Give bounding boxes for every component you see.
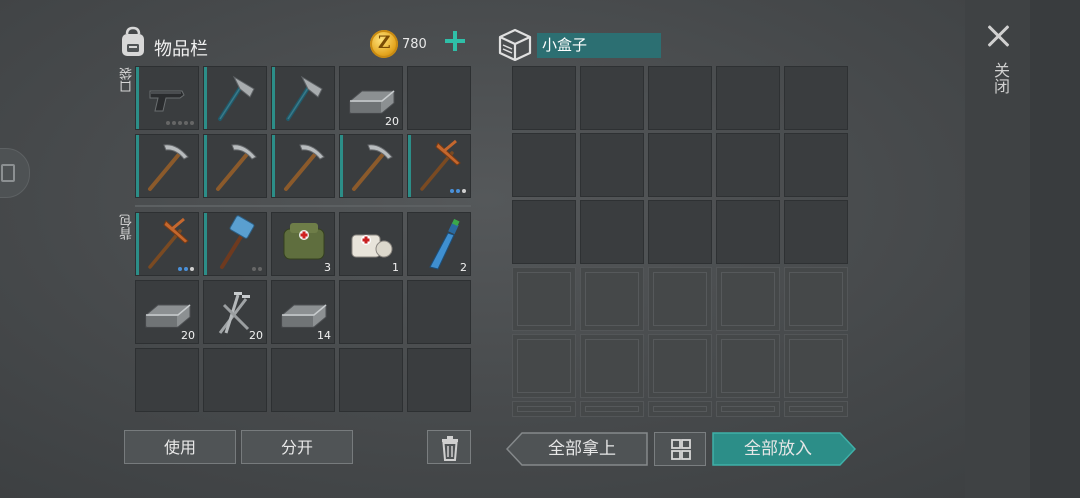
pocket-slot[interactable]: [135, 66, 199, 130]
container-slot-locked[interactable]: [716, 401, 780, 417]
pocket-slot[interactable]: [203, 134, 267, 198]
container-slot-locked[interactable]: [716, 334, 780, 398]
pocket-slot[interactable]: [271, 66, 335, 130]
menu-glyph-icon: [1, 164, 15, 182]
put-all-label: 全部放入: [744, 439, 812, 459]
discard-button[interactable]: [427, 430, 471, 464]
backpack-slot[interactable]: [407, 348, 471, 412]
backpack-slot[interactable]: [339, 348, 403, 412]
container-slot-locked[interactable]: [648, 334, 712, 398]
container-slot-locked[interactable]: [512, 334, 576, 398]
backpack-slot[interactable]: [203, 212, 267, 276]
container-slot-locked[interactable]: [648, 267, 712, 331]
container-name-field[interactable]: 小盒子: [537, 33, 661, 58]
pocket-slot[interactable]: [407, 134, 471, 198]
container-slot[interactable]: [512, 200, 576, 264]
sort-button[interactable]: [654, 432, 706, 466]
add-coins-button[interactable]: [443, 29, 467, 53]
backpack-slot[interactable]: 14: [271, 280, 335, 344]
put-all-button[interactable]: 全部放入: [712, 432, 856, 466]
coin-icon: Z: [370, 30, 398, 58]
container-slot[interactable]: [716, 133, 780, 197]
item-count: 14: [317, 329, 331, 342]
item-count: 20: [249, 329, 263, 342]
close-label[interactable]: 关闭: [987, 62, 1010, 94]
pocket-slot[interactable]: [271, 134, 335, 198]
container-slot-locked[interactable]: [512, 267, 576, 331]
item-count: 20: [181, 329, 195, 342]
pocket-slot[interactable]: [339, 134, 403, 198]
quality-dots: [450, 189, 466, 193]
inventory-title: 物品栏: [154, 39, 208, 60]
container-slot[interactable]: [580, 66, 644, 130]
take-all-label: 全部拿上: [548, 439, 616, 459]
container-slot[interactable]: [580, 200, 644, 264]
backpack-slot[interactable]: [135, 212, 199, 276]
container-slot[interactable]: [716, 200, 780, 264]
quality-dots: [252, 267, 262, 271]
backpack-slot[interactable]: 1: [339, 212, 403, 276]
quality-dots: [166, 121, 194, 125]
container-slot-locked[interactable]: [580, 334, 644, 398]
pocket-slot[interactable]: [407, 66, 471, 130]
coin-balance: 780: [402, 37, 427, 52]
pickaxe-icon: [216, 144, 257, 191]
pickaxe-icon: [148, 144, 189, 191]
backpack-slot[interactable]: 20: [203, 280, 267, 344]
container-slot-locked[interactable]: [512, 401, 576, 417]
container-slot-locked[interactable]: [580, 401, 644, 417]
split-button[interactable]: 分开: [241, 430, 353, 464]
backpack-icon: [122, 26, 144, 56]
container-slot[interactable]: [648, 66, 712, 130]
box-icon: [498, 28, 532, 61]
container-slot[interactable]: [784, 66, 848, 130]
right-edge-strip: [1030, 0, 1080, 498]
pocket-slot[interactable]: [135, 134, 199, 198]
container-slot[interactable]: [784, 133, 848, 197]
container-slot[interactable]: [648, 200, 712, 264]
backpack-slot[interactable]: [271, 348, 335, 412]
hatchet-icon: [218, 75, 255, 121]
item-count: 20: [385, 115, 399, 128]
backpack-slot[interactable]: 20: [135, 280, 199, 344]
container-slot-locked[interactable]: [716, 267, 780, 331]
container-slot[interactable]: [580, 133, 644, 197]
container-slot-locked[interactable]: [784, 267, 848, 331]
container-slot[interactable]: [784, 200, 848, 264]
container-slot-locked[interactable]: [648, 401, 712, 417]
item-count: 1: [392, 261, 399, 274]
trash-icon: [442, 436, 458, 461]
backpack-slot[interactable]: [203, 348, 267, 412]
item-count: 2: [460, 261, 467, 274]
container-slot[interactable]: [716, 66, 780, 130]
pocket-slot[interactable]: [203, 66, 267, 130]
hatchet-icon: [286, 75, 323, 121]
quality-dots: [178, 267, 194, 271]
section-divider: [135, 205, 471, 207]
close-icon[interactable]: [983, 22, 1013, 52]
backpack-slot[interactable]: [407, 280, 471, 344]
backpack-slot[interactable]: 3: [271, 212, 335, 276]
pickaxe-icon: [284, 144, 325, 191]
container-slot-locked[interactable]: [784, 334, 848, 398]
backpack-slot[interactable]: 2: [407, 212, 471, 276]
use-button[interactable]: 使用: [124, 430, 236, 464]
container-slot[interactable]: [512, 133, 576, 197]
container-slot[interactable]: [512, 66, 576, 130]
take-all-button[interactable]: 全部拿上: [506, 432, 648, 466]
pocket-slot[interactable]: 20: [339, 66, 403, 130]
backpack-slot[interactable]: [339, 280, 403, 344]
side-menu-tab[interactable]: [0, 148, 30, 198]
container-slot-locked[interactable]: [784, 401, 848, 417]
grid-icon: [671, 439, 691, 460]
container-slot[interactable]: [648, 133, 712, 197]
container-slot-locked[interactable]: [580, 267, 644, 331]
item-count: 3: [324, 261, 331, 274]
backpack-slot[interactable]: [135, 348, 199, 412]
pickaxe-icon: [352, 144, 393, 191]
